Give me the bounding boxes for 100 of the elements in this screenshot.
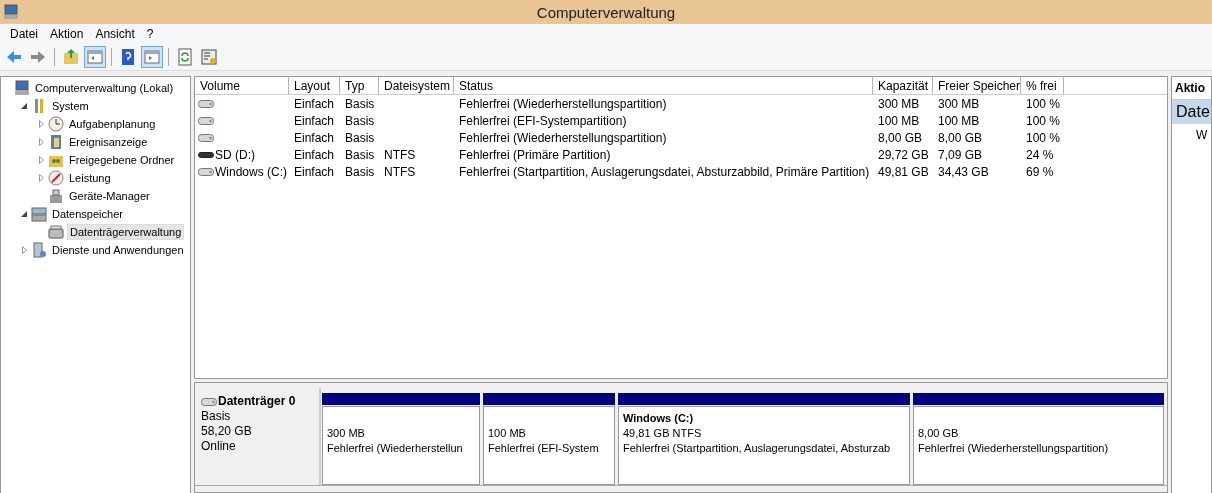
table-cell-text: Basis	[344, 96, 376, 111]
table-cell-text: Fehlerfrei (Primäre Partition)	[458, 147, 612, 162]
tree-item[interactable]: Datenträgerverwaltung	[67, 224, 185, 240]
drive-icon	[198, 98, 214, 109]
drive-icon	[198, 132, 214, 143]
menu-item[interactable]: ?	[140, 27, 160, 41]
partition-size: 8,00 GB	[918, 426, 959, 442]
table-cell-text: Basis	[344, 164, 376, 179]
disk-status: Online	[201, 439, 237, 454]
table-cell-text: Fehlerfrei (EFI-Systempartition)	[458, 113, 628, 128]
action-link[interactable]: W	[1172, 124, 1211, 142]
back-arrow-icon	[5, 48, 23, 66]
table-cell-text: Einfach	[293, 96, 336, 111]
table-cell-text: 7,09 GB	[937, 147, 984, 162]
tree-item[interactable]: Computerverwaltung (Lokal)	[33, 81, 176, 95]
partition-size: 100 MB	[488, 426, 526, 442]
partition-status: Fehlerfrei (Wiederherstellungspartition)	[918, 441, 1109, 457]
partition-size: 300 MB	[327, 426, 365, 442]
tree-item[interactable]: Aufgabenplanung	[67, 117, 158, 131]
column-header[interactable]: % frei	[1021, 77, 1064, 95]
disk-name: Datenträger 0	[218, 394, 296, 409]
table-cell-text: 100 %	[1025, 96, 1062, 111]
partition-name: Windows (C:)	[623, 411, 695, 427]
table-cell-text: Basis	[344, 147, 376, 162]
expand-arrow-icon[interactable]	[39, 156, 44, 164]
drive-icon	[198, 166, 214, 177]
tree-item[interactable]: Datenspeicher	[50, 207, 125, 221]
table-cell: Windows (C:)	[215, 164, 287, 179]
table-cell-text: 49,81 GB	[877, 164, 930, 179]
partition-status: Fehlerfrei (EFI-System	[488, 441, 599, 457]
column-header[interactable]: Typ	[340, 77, 379, 95]
properties-icon	[200, 48, 218, 66]
table-cell-text: Fehlerfrei (Wiederherstellungspartition)	[458, 130, 668, 145]
disk-type: Basis	[201, 409, 232, 424]
menu-item[interactable]: Aktion	[44, 27, 90, 41]
drive-icon	[198, 149, 214, 160]
column-header[interactable]: Freier Speicher	[933, 77, 1021, 95]
table-cell-text: 300 MB	[877, 96, 921, 111]
table-cell-text: 24 %	[1025, 147, 1055, 162]
help-icon	[119, 48, 137, 66]
table-cell-text: NTFS	[383, 164, 417, 179]
expand-arrow-icon[interactable]	[39, 120, 44, 128]
folder-up-icon	[62, 48, 80, 66]
table-cell-text: Einfach	[293, 113, 336, 128]
table-cell-text: Fehlerfrei (Wiederherstellungspartition)	[458, 96, 668, 111]
expand-arrow-icon[interactable]	[22, 246, 27, 254]
collapse-arrow-icon[interactable]	[21, 211, 27, 217]
table-cell-text: NTFS	[383, 147, 417, 162]
table-cell-text: Einfach	[293, 130, 336, 145]
device-icon	[48, 188, 64, 204]
table-cell-text: 300 MB	[937, 96, 981, 111]
refresh-icon	[176, 48, 194, 66]
show-tree-button[interactable]	[84, 46, 106, 68]
expand-arrow-icon[interactable]	[39, 174, 44, 182]
tree-item[interactable]: Ereignisanzeige	[67, 135, 150, 149]
column-header[interactable]: Dateisystem	[379, 77, 454, 95]
tree-item[interactable]: Dienste und Anwendungen	[50, 243, 186, 257]
partition-size: 49,81 GB NTFS	[623, 426, 702, 442]
table-cell: SD (D:)	[215, 147, 255, 162]
table-cell-text: Fehlerfrei (Startpartition, Auslagerungsdatei, Absturzabbild, Primäre Partition)	[458, 164, 871, 179]
disk-size: 58,20 GB	[201, 424, 253, 439]
table-cell-text: 29,72 GB	[877, 147, 930, 162]
tree-item[interactable]: Leistung	[67, 171, 113, 185]
event-log-icon	[48, 134, 64, 150]
table-cell-text: 8,00 GB	[877, 130, 924, 145]
partition-status: Fehlerfrei (Startpartition, Auslagerungsdatei, Absturzab	[623, 441, 891, 457]
disk-drive-icon	[48, 224, 64, 240]
table-cell-text: 100 %	[1025, 113, 1062, 128]
table-cell-text: Basis	[344, 113, 376, 128]
properties-button[interactable]	[198, 46, 220, 68]
table-cell-text: 69 %	[1025, 164, 1055, 179]
show-pane-button[interactable]	[141, 46, 163, 68]
collapse-arrow-icon[interactable]	[21, 103, 27, 109]
column-header[interactable]: Kapazität	[873, 77, 933, 95]
tree-item[interactable]: Freigegebene Ordner	[67, 153, 177, 167]
menu-item[interactable]: Datei	[4, 27, 44, 41]
table-cell-text: Einfach	[293, 147, 336, 162]
column-header[interactable]: Layout	[289, 77, 340, 95]
pane-icon	[86, 48, 104, 66]
actions-section[interactable]: Date	[1172, 100, 1211, 124]
tree-item[interactable]: System	[50, 99, 91, 113]
computer-icon	[3, 4, 19, 20]
menu-item[interactable]: Ansicht	[89, 27, 141, 41]
clock-icon	[48, 116, 64, 132]
table-cell-text: 34,43 GB	[937, 164, 990, 179]
table-cell-text: 100 MB	[937, 113, 981, 128]
drive-icon	[198, 115, 214, 126]
pane-icon	[143, 48, 161, 66]
column-header[interactable]: Status	[454, 77, 873, 95]
expand-arrow-icon[interactable]	[39, 138, 44, 146]
partition-status: Fehlerfrei (Wiederherstellun	[327, 441, 463, 457]
table-cell-text: Einfach	[293, 164, 336, 179]
tree-item[interactable]: Geräte-Manager	[67, 189, 152, 203]
window-title: Computerverwaltung	[536, 3, 676, 21]
column-header[interactable]: Volume	[195, 77, 289, 95]
table-cell-text: 100 %	[1025, 130, 1062, 145]
table-cell-text: Basis	[344, 130, 376, 145]
storage-icon	[31, 206, 47, 222]
forward-arrow-icon	[29, 48, 47, 66]
table-cell-text: 100 MB	[877, 113, 921, 128]
